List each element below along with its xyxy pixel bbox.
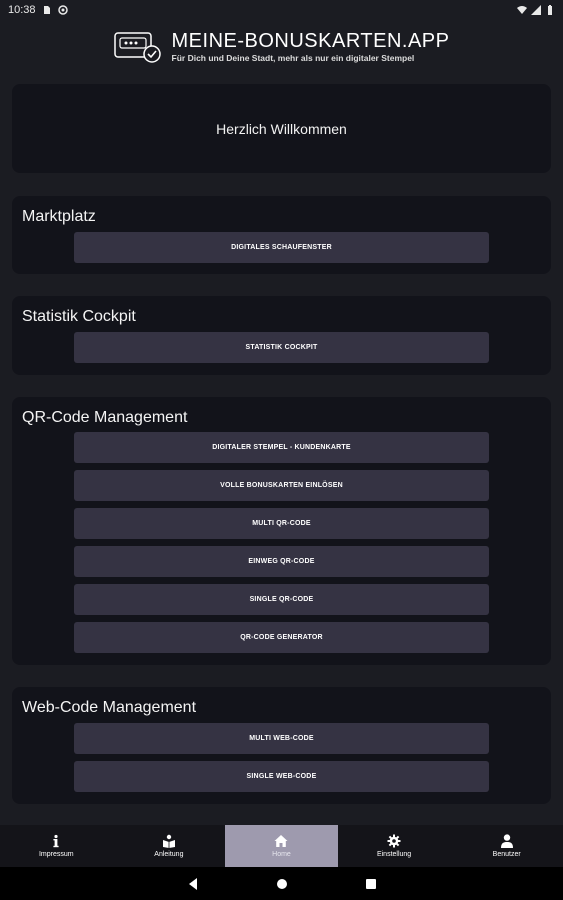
system-nav-bar	[0, 867, 563, 900]
welcome-card: Herzlich Willkommen	[12, 84, 551, 173]
nav-einstellung[interactable]: Einstellung	[338, 825, 451, 867]
nav-label: Benutzer	[492, 851, 521, 858]
section-title: Web-Code Management	[22, 699, 197, 716]
section-title: Statistik Cockpit	[22, 308, 136, 325]
recents-icon[interactable]	[364, 877, 378, 891]
book-icon	[162, 834, 175, 848]
multi-web-code-button[interactable]: MULTI WEB-CODE	[74, 723, 489, 754]
section-statistik-cockpit: Statistik Cockpit STATISTIK COCKPIT	[12, 296, 551, 375]
section-marktplatz: Marktplatz DIGITALES SCHAUFENSTER	[12, 196, 551, 274]
qr-code-generator-button[interactable]: QR-CODE GENERATOR	[74, 622, 489, 653]
nav-home[interactable]: Home	[225, 825, 338, 867]
nav-anleitung[interactable]: Anleitung	[113, 825, 226, 867]
bonuskarten-einloesen-button[interactable]: VOLLE BONUSKARTEN EINLÖSEN	[74, 470, 489, 501]
section-qr-code-management: QR-Code Management DIGITALER STEMPEL - K…	[12, 397, 551, 665]
app-header: MEINE-BONUSKARTEN.APP Für Dich und Deine…	[0, 20, 563, 74]
info-icon	[53, 834, 59, 848]
back-icon[interactable]	[186, 877, 200, 891]
status-bar: 10:38	[0, 0, 563, 20]
nav-label: Impressum	[38, 851, 74, 858]
app-logo: MEINE-BONUSKARTEN.APP Für Dich und Deine…	[113, 30, 450, 64]
card-check-icon	[113, 32, 161, 63]
section-title: QR-Code Management	[22, 409, 188, 426]
notification-icon	[57, 5, 68, 15]
user-icon	[500, 834, 513, 848]
main-content[interactable]: Herzlich Willkommen Marktplatz DIGITALES…	[0, 74, 563, 825]
sim-card-icon	[43, 6, 50, 14]
nav-label: Home	[272, 851, 291, 858]
wifi-icon	[517, 6, 527, 14]
signal-icon	[531, 5, 541, 15]
multi-qr-code-button[interactable]: MULTI QR-CODE	[74, 508, 489, 539]
battery-icon	[548, 5, 552, 15]
nav-label: Anleitung	[154, 851, 184, 858]
nav-impressum[interactable]: Impressum	[0, 825, 113, 867]
app-subtitle: Für Dich und Deine Stadt, mehr als nur e…	[171, 53, 415, 64]
digitaler-stempel-button[interactable]: DIGITALER STEMPEL - KUNDENKARTE	[74, 432, 489, 463]
einweg-qr-code-button[interactable]: EINWEG QR-CODE	[74, 546, 489, 577]
digitales-schaufenster-button[interactable]: DIGITALES SCHAUFENSTER	[74, 232, 489, 263]
bottom-nav: Impressum Anleitung Home Einstellung Ben…	[0, 825, 563, 867]
section-web-code-management: Web-Code Management MULTI WEB-CODE SINGL…	[12, 687, 551, 804]
section-title: Marktplatz	[22, 208, 96, 225]
app-title: MEINE-BONUSKARTEN.APP	[171, 30, 450, 53]
single-web-code-button[interactable]: SINGLE WEB-CODE	[74, 761, 489, 792]
nav-label: Einstellung	[376, 851, 412, 858]
single-qr-code-button[interactable]: SINGLE QR-CODE	[74, 584, 489, 615]
home-icon	[274, 835, 288, 847]
welcome-text: Herzlich Willkommen	[216, 121, 347, 137]
status-time: 10:38	[8, 4, 36, 16]
statistik-cockpit-button[interactable]: STATISTIK COCKPIT	[74, 332, 489, 363]
nav-benutzer[interactable]: Benutzer	[450, 825, 563, 867]
gear-icon	[387, 834, 401, 848]
home-circle-icon[interactable]	[275, 877, 289, 891]
